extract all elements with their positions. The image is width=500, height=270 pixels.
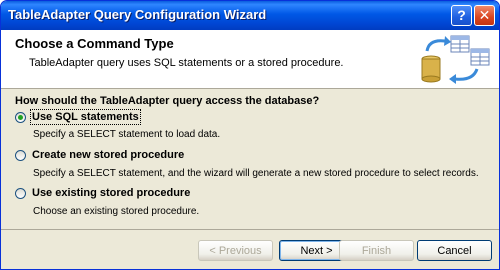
- option-description-sql: Specify a SELECT statement to load data.: [33, 129, 221, 140]
- wizard-body: How should the TableAdapter query access…: [1, 89, 499, 229]
- wizard-window: TableAdapter Query Configuration Wizard …: [0, 0, 500, 270]
- option-label-create[interactable]: Create new stored procedure: [32, 149, 184, 161]
- radio-use-sql-statements[interactable]: Use SQL statements: [15, 109, 141, 125]
- wizard-header: Choose a Command Type TableAdapter query…: [1, 30, 499, 89]
- close-button[interactable]: ✕: [474, 5, 495, 26]
- radio-create-stored-procedure[interactable]: Create new stored procedure: [15, 148, 184, 162]
- option-label-existing[interactable]: Use existing stored procedure: [32, 187, 190, 199]
- title-bar[interactable]: TableAdapter Query Configuration Wizard …: [1, 1, 499, 30]
- option-label-sql[interactable]: Use SQL statements: [30, 109, 141, 125]
- help-button[interactable]: ?: [451, 5, 472, 26]
- radio-indicator-selected[interactable]: [15, 111, 26, 123]
- cancel-button[interactable]: Cancel: [417, 240, 492, 261]
- radio-use-existing-stored-procedure[interactable]: Use existing stored procedure: [15, 186, 190, 200]
- help-icon: ?: [457, 7, 466, 23]
- finish-button[interactable]: Finish: [339, 240, 414, 261]
- page-subtitle: TableAdapter query uses SQL statements o…: [29, 57, 344, 69]
- option-description-existing: Choose an existing stored procedure.: [33, 206, 200, 217]
- radio-indicator[interactable]: [15, 187, 26, 199]
- page-title: Choose a Command Type: [15, 36, 174, 51]
- close-icon: ✕: [478, 7, 491, 23]
- question-label: How should the TableAdapter query access…: [15, 95, 320, 107]
- window-title: TableAdapter Query Configuration Wizard: [8, 7, 267, 22]
- button-bar: < Previous Next > Finish Cancel: [1, 229, 499, 269]
- database-wizard-icon: [421, 35, 490, 84]
- option-description-create: Specify a SELECT statement, and the wiza…: [33, 168, 479, 179]
- previous-button[interactable]: < Previous: [198, 240, 273, 261]
- radio-indicator[interactable]: [15, 149, 26, 161]
